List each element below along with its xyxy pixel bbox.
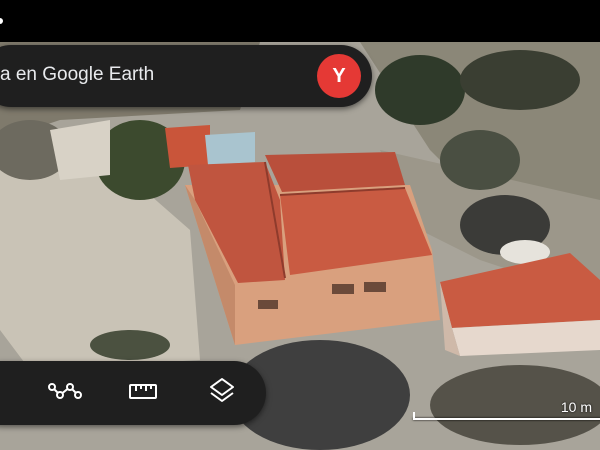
- scale-bar: 10 m: [410, 398, 600, 428]
- status-dot: [0, 18, 3, 24]
- layers-button[interactable]: [202, 373, 242, 413]
- scale-tick: [413, 412, 415, 420]
- status-bar: [0, 0, 600, 42]
- layers-icon: [208, 376, 236, 411]
- measure-path-icon: [48, 379, 82, 408]
- bottom-toolbar: [0, 361, 266, 425]
- ruler-button[interactable]: [123, 373, 163, 413]
- ruler-icon: [128, 381, 158, 406]
- search-text: a en Google Earth: [0, 64, 155, 85]
- measure-path-button[interactable]: [45, 373, 85, 413]
- account-avatar[interactable]: Y: [317, 54, 361, 98]
- scale-label: 10 m: [560, 399, 592, 415]
- account-initial: Y: [332, 64, 346, 87]
- scale-line: [413, 418, 600, 420]
